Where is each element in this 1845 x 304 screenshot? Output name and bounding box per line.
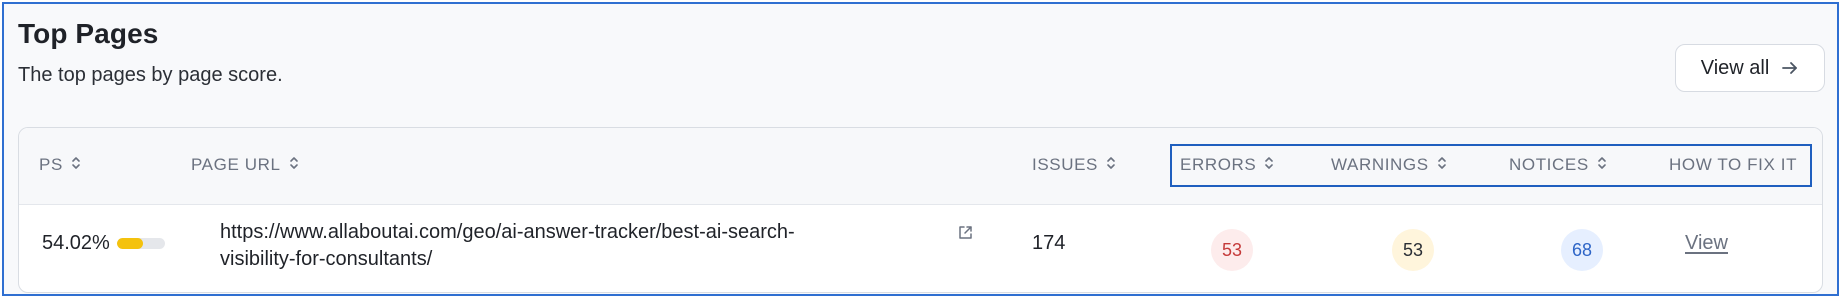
errors-badge: 53 (1211, 229, 1253, 271)
notices-badge: 68 (1561, 229, 1603, 271)
view-all-label: View all (1700, 56, 1770, 79)
issues-count: 174 (1032, 232, 1066, 254)
column-header-label: ERRORS (1180, 155, 1257, 174)
sort-icon (1264, 155, 1274, 175)
view-all-button[interactable]: View all (1675, 44, 1825, 92)
sort-icon (289, 155, 299, 175)
sort-icon (1106, 155, 1116, 175)
column-header-notices[interactable]: NOTICES (1509, 155, 1607, 175)
how-to-fix-view-link[interactable]: View (1685, 232, 1728, 255)
warnings-badge: 53 (1392, 229, 1434, 271)
page-url-line-1: https://www.allaboutai.com/geo/ai-answer… (220, 221, 795, 243)
table-header: PS PAGE URL ISSUES ERRORS WARNINGS NOTIC… (19, 128, 1822, 205)
panel-title: Top Pages (18, 18, 159, 49)
page-score-bar-fill (116, 238, 143, 249)
warnings-count: 53 (1402, 239, 1424, 260)
page-score-value: 54.02% (42, 232, 110, 254)
top-pages-table: PS PAGE URL ISSUES ERRORS WARNINGS NOTIC… (18, 127, 1823, 293)
column-header-ps[interactable]: PS (39, 155, 81, 175)
page-url-cell[interactable]: https://www.allaboutai.com/geo/ai-answer… (220, 219, 940, 273)
sort-icon (1437, 155, 1447, 175)
ps-cell: 54.02% (42, 232, 165, 255)
page-url-line-2: visibility-for-consultants/ (220, 248, 433, 270)
page-score-bar (116, 238, 165, 249)
sort-icon (1597, 155, 1607, 175)
top-pages-panel: Top Pages The top pages by page score. V… (2, 2, 1839, 296)
sort-icon (71, 155, 81, 175)
panel-subtitle: The top pages by page score. (18, 64, 283, 86)
column-header-page-url[interactable]: PAGE URL (191, 155, 299, 175)
column-header-how-to-fix: HOW TO FIX IT (1669, 155, 1797, 175)
column-header-issues[interactable]: ISSUES (1032, 155, 1116, 175)
notices-count: 68 (1571, 239, 1593, 260)
column-header-label: WARNINGS (1331, 155, 1429, 174)
column-header-label: HOW TO FIX IT (1669, 155, 1798, 174)
external-link-icon[interactable] (958, 225, 973, 245)
column-header-label: PAGE URL (191, 155, 281, 174)
column-header-label: NOTICES (1509, 155, 1589, 174)
errors-count: 53 (1221, 239, 1243, 260)
column-header-label: PS (39, 155, 63, 174)
arrow-right-icon (1781, 59, 1799, 77)
column-header-warnings[interactable]: WARNINGS (1331, 155, 1447, 175)
column-header-errors[interactable]: ERRORS (1180, 155, 1274, 175)
column-header-label: ISSUES (1032, 155, 1098, 174)
